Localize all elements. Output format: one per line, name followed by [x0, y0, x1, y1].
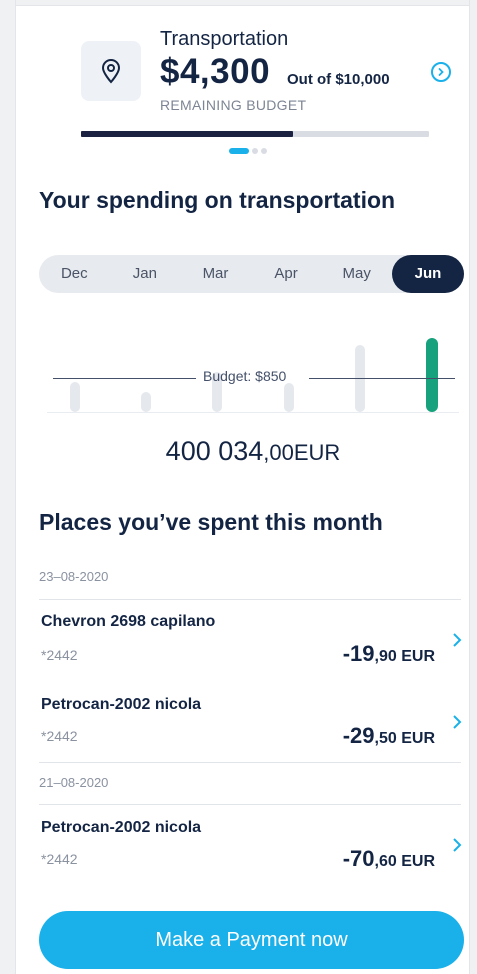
- date-header: 23–08-2020: [39, 569, 109, 584]
- amount-main: -19: [342, 641, 375, 666]
- make-payment-button[interactable]: Make a Payment now: [39, 911, 464, 969]
- chart-bar-dec: [70, 382, 80, 412]
- chart-bar-apr: [284, 383, 294, 412]
- pagination-dot[interactable]: [252, 148, 258, 154]
- total-main: 400 034: [165, 436, 264, 466]
- transaction-card: *2442: [41, 728, 78, 744]
- budget-progress-bar: [81, 131, 429, 137]
- amount-main: -29: [342, 723, 375, 748]
- budget-remaining-label: REMAINING BUDGET: [160, 97, 307, 113]
- amount-rest: ,60 EUR: [374, 853, 435, 870]
- chart-baseline: [47, 412, 459, 413]
- budget-category: Transportation: [160, 28, 289, 50]
- window-left-edge: [0, 0, 16, 974]
- divider: [39, 599, 461, 600]
- transaction-name[interactable]: Chevron 2698 capilano: [41, 613, 215, 631]
- places-title: Places you’ve spent this month: [39, 509, 383, 535]
- month-tab-apr[interactable]: Apr: [251, 255, 322, 293]
- pagination-dot[interactable]: [261, 148, 267, 154]
- divider: [39, 804, 461, 805]
- budget-total: Out of $10,000: [287, 71, 390, 88]
- month-tab-dec[interactable]: Dec: [39, 255, 110, 293]
- window-top-edge: [0, 0, 477, 6]
- budget-reference-label: Budget: $850: [203, 368, 287, 384]
- chevron-right-circle-icon[interactable]: [431, 62, 451, 82]
- chart-bar-jun: [426, 338, 438, 412]
- window-right-edge: [469, 0, 477, 974]
- divider: [39, 762, 461, 763]
- total-cents: ,00EUR: [263, 440, 341, 465]
- amount-rest: ,50 EUR: [374, 730, 435, 747]
- budget-reference-line: [309, 378, 455, 379]
- carousel-pagination: [229, 148, 267, 154]
- pagination-dot-active[interactable]: [229, 148, 249, 154]
- transaction-amount: -19,90 EUR: [343, 641, 435, 667]
- month-tab-may[interactable]: May: [321, 255, 392, 293]
- month-selector: Dec Jan Mar Apr May Jun: [39, 255, 464, 293]
- chart-bar-jan: [141, 392, 151, 412]
- location-pin-icon: [81, 41, 141, 101]
- total-spent: 400 034,00EUR: [0, 436, 477, 467]
- budget-remaining-amount: $4,300: [160, 52, 271, 91]
- amount-rest: ,90 EUR: [374, 648, 435, 665]
- date-header: 21–08-2020: [39, 775, 109, 790]
- transaction-amount: -70,60 EUR: [343, 846, 435, 872]
- month-tab-mar[interactable]: Mar: [180, 255, 251, 293]
- transaction-name[interactable]: Petrocan-2002 nicola: [41, 696, 201, 714]
- chevron-right-icon[interactable]: [452, 837, 462, 853]
- transaction-card: *2442: [41, 647, 78, 663]
- transaction-amount: -29,50 EUR: [343, 723, 435, 749]
- month-tab-jan[interactable]: Jan: [110, 255, 181, 293]
- spending-title: Your spending on transportation: [39, 187, 396, 213]
- chevron-right-icon[interactable]: [452, 714, 462, 730]
- budget-reference-line: [53, 378, 196, 379]
- transaction-card: *2442: [41, 851, 78, 867]
- month-tab-jun[interactable]: Jun: [391, 255, 464, 293]
- budget-progress-fill: [81, 131, 294, 137]
- amount-main: -70: [342, 846, 375, 871]
- transaction-name[interactable]: Petrocan-2002 nicola: [41, 819, 201, 837]
- chevron-right-icon[interactable]: [452, 632, 462, 648]
